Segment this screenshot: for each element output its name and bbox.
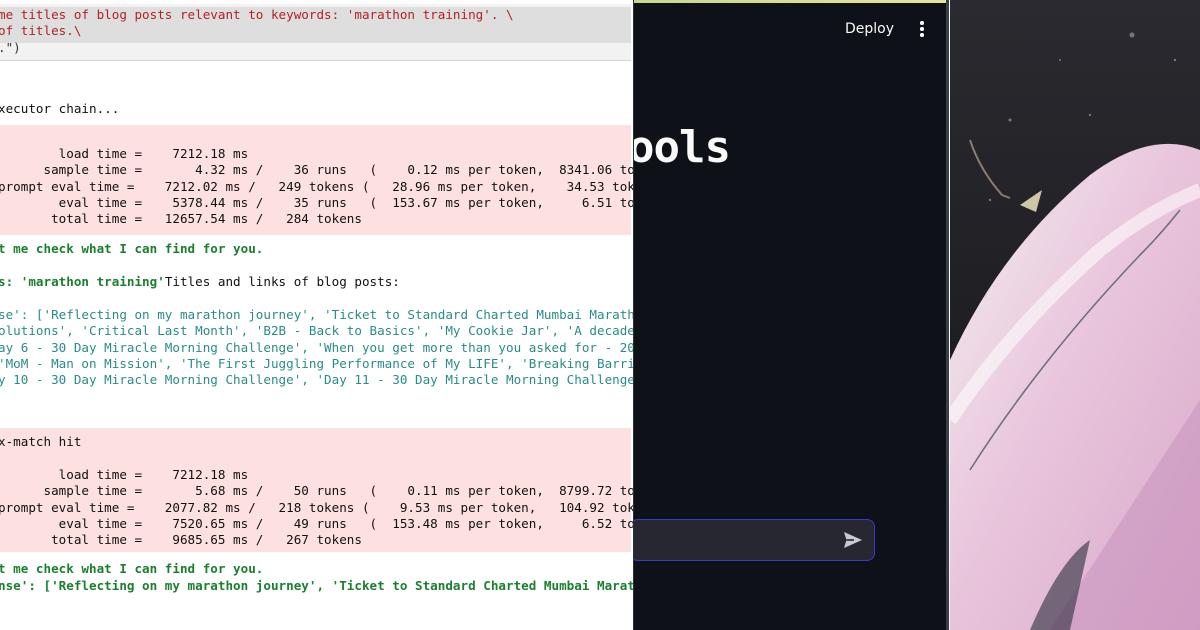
timing-line: sample time = 4.32 ms / 36 runs ( 0.12 m…: [0, 162, 633, 177]
code-line: me titles of blog posts relevant to keyw…: [0, 7, 514, 22]
kebab-menu-icon[interactable]: [917, 20, 927, 38]
agent-message: t me check what I can find for you.: [0, 561, 264, 576]
timing-line: sample time = 5.68 ms / 50 runs ( 0.11 m…: [0, 483, 633, 498]
streamlit-app-panel: Deploy ools: [633, 0, 949, 630]
final-response-line: nse': ['Reflecting on my marathon journe…: [0, 578, 633, 593]
anime-illustration-crop: [950, 0, 1200, 630]
response-line: ay 6 - 30 Day Miracle Morning Challenge'…: [0, 340, 633, 355]
timing-line: prompt eval time = 2077.82 ms / 218 toke…: [0, 500, 633, 515]
code-line: of titles.\: [0, 23, 82, 38]
response-line: se': ['Reflecting on my marathon journey…: [0, 307, 633, 322]
timing-line: load time = 7212.18 ms: [0, 146, 249, 161]
chat-input[interactable]: [634, 519, 875, 561]
timing-line: total time = 9685.65 ms / 267 tokens: [0, 532, 362, 547]
illustration-image: [950, 0, 1200, 630]
cache-status-line: x-match hit: [0, 434, 82, 449]
response-line: 'MoM - Man on Mission', 'The First Juggl…: [0, 356, 633, 371]
response-line: y 10 - 30 Day Miracle Morning Challenge'…: [0, 372, 633, 387]
code-line: ."): [0, 40, 21, 55]
timing-line: eval time = 5378.44 ms / 35 runs ( 153.6…: [0, 195, 633, 210]
timing-line: prompt eval time = 7212.02 ms / 249 toke…: [0, 179, 633, 194]
timing-line: eval time = 7520.65 ms / 49 runs ( 153.4…: [0, 516, 633, 531]
keywords-prefix: s: 'marathon training': [0, 274, 165, 289]
response-line: olutions', 'Critical Last Month', 'B2B -…: [0, 323, 633, 338]
timing-line: total time = 12657.54 ms / 284 tokens: [0, 211, 362, 226]
code-cell[interactable]: me titles of blog posts relevant to keyw…: [0, 4, 631, 61]
keywords-suffix: Titles and links of blog posts:: [164, 274, 400, 289]
notebook-panel: me titles of blog posts relevant to keyw…: [0, 0, 633, 630]
agent-message: t me check what I can find for you.: [0, 241, 264, 256]
timing-line: load time = 7212.18 ms: [0, 467, 249, 482]
keywords-line: s: 'marathon training'Titles and links o…: [0, 274, 400, 290]
panel-divider: [946, 0, 949, 630]
app-header: Deploy: [634, 3, 949, 53]
deploy-button[interactable]: Deploy: [845, 21, 894, 37]
chain-status-line: xecutor chain...: [0, 101, 120, 116]
app-title: ools: [633, 122, 731, 173]
send-arrow-icon[interactable]: [843, 531, 863, 549]
